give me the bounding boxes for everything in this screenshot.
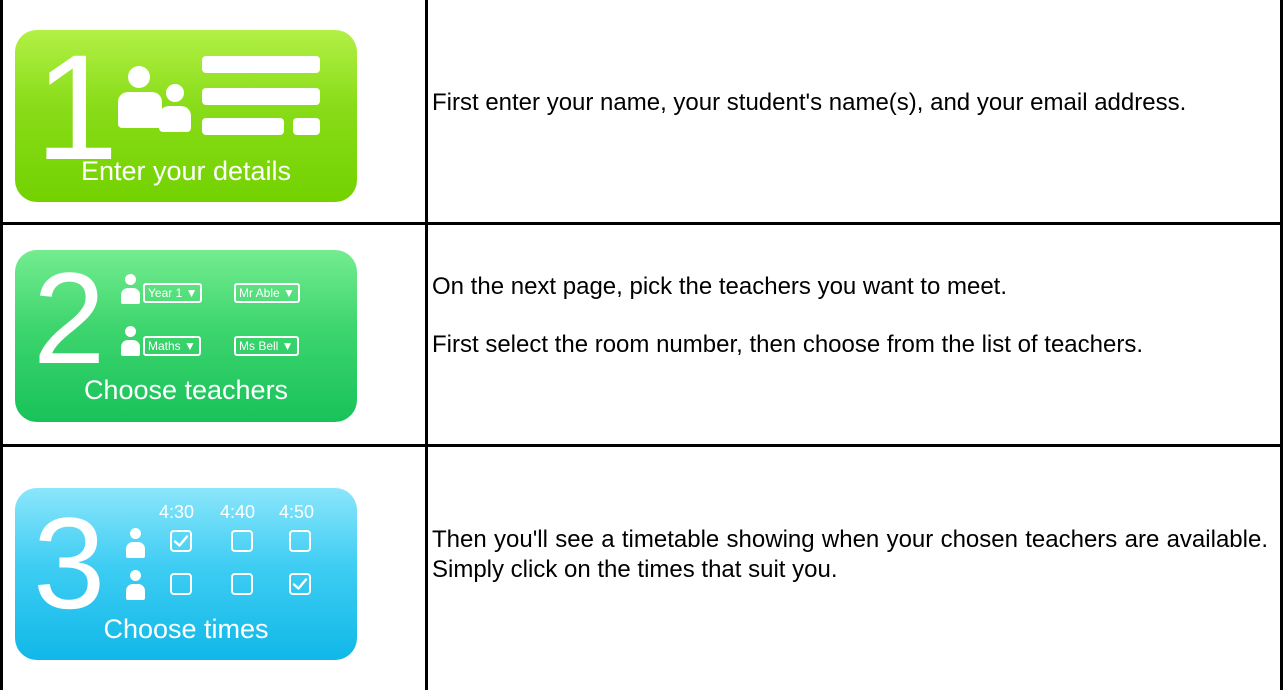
time-label: 4:30: [159, 502, 195, 522]
step-2-number: 2: [33, 250, 106, 391]
step-2-caption: Choose teachers: [83, 375, 289, 405]
person-icon: [159, 76, 195, 140]
teacher-select: Ms Bell ▼: [234, 336, 299, 356]
form-field-bar: [202, 118, 284, 135]
table-divider-row-2: [0, 444, 1283, 447]
step-3-caption: Choose times: [103, 614, 269, 644]
person-icon: [126, 570, 146, 606]
step-3-number: 3: [33, 490, 106, 636]
time-checkbox-checked: [170, 530, 192, 552]
table-divider-row-1: [0, 222, 1283, 225]
person-icon: [121, 274, 141, 310]
subject-select: Maths ▼: [143, 336, 201, 356]
person-icon: [118, 56, 164, 136]
person-icon: [126, 528, 146, 564]
time-label: 4:40: [220, 502, 256, 522]
time-checkbox: [289, 530, 311, 552]
step-1-caption: Enter your details: [80, 156, 292, 186]
time-checkbox-checked: [289, 573, 311, 595]
step-2-description: On the next page, pick the teachers you …: [432, 273, 1143, 358]
year-select: Year 1 ▼: [143, 283, 203, 303]
form-field-bar: [202, 56, 320, 73]
step-3-description: Then you'll see a timetable showing when…: [432, 526, 1268, 583]
time-checkbox: [231, 530, 253, 552]
form-field-bar: [293, 118, 320, 135]
time-label: 4:50: [279, 502, 315, 522]
time-checkbox: [170, 573, 192, 595]
step-1-card: 1 Enter your details: [15, 30, 357, 202]
step-2-card: 2 Year 1 ▼ Mr Able ▼ Maths ▼ Ms Bell ▼ C…: [15, 250, 357, 422]
steps-table: 1 Enter your details First enter your na…: [0, 0, 1283, 690]
table-divider-vertical: [425, 0, 428, 690]
time-checkbox: [231, 573, 253, 595]
table-border-left: [0, 0, 3, 690]
step-1-description: First enter your name, your student's na…: [432, 89, 1187, 116]
teacher-select: Mr Able ▼: [234, 283, 300, 303]
person-icon: [121, 326, 141, 362]
form-field-bar: [202, 88, 320, 105]
step-3-card: 3 4:30 4:40 4:50 Choose times: [15, 488, 357, 660]
